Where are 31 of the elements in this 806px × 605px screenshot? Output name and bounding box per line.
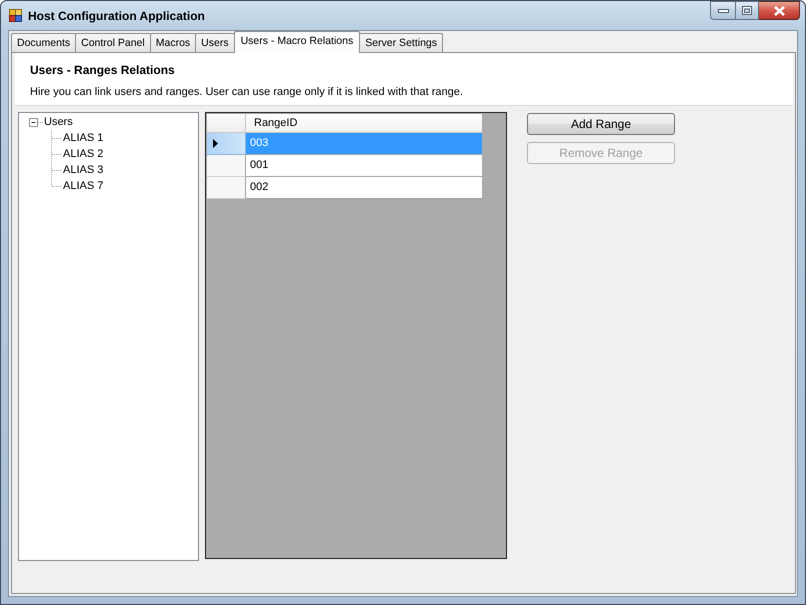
tree-item[interactable]: ALIAS 3	[51, 162, 106, 178]
maximize-icon	[742, 6, 752, 15]
minus-box-icon[interactable]	[29, 118, 43, 126]
window-title: Host Configuration Application	[28, 8, 205, 22]
add-button[interactable]: Add Range	[527, 113, 675, 135]
triangle-icon	[213, 139, 218, 148]
tab[interactable]: Control Panel	[75, 33, 151, 52]
panel-title: Users - Ranges Relations	[30, 63, 175, 77]
tab[interactable]: Documents	[11, 33, 76, 52]
close-icon	[774, 6, 784, 16]
close-button[interactable]	[759, 1, 800, 20]
tree-line-icon	[51, 130, 61, 146]
tab[interactable]: Macros	[150, 33, 196, 52]
tab[interactable]: Users - Macro Relations	[234, 31, 360, 53]
tree-item[interactable]: ALIAS 1	[51, 130, 106, 146]
minimize-icon	[718, 8, 728, 12]
header-corner	[207, 114, 246, 133]
app-icon	[9, 9, 22, 22]
column-header[interactable]: RangeID	[246, 114, 482, 133]
tab[interactable]: Server Settings	[359, 33, 444, 52]
row-header[interactable]	[207, 133, 246, 155]
tree-item[interactable]: ALIAS 2	[51, 146, 106, 162]
tree-item[interactable]: ALIAS 7	[51, 178, 106, 194]
grid-cell[interactable]: 001	[246, 155, 482, 177]
grid-cell[interactable]: 002	[246, 177, 482, 199]
minimize-button[interactable]	[710, 1, 735, 20]
panel-description: Hire you can link users and ranges. User can use range only if it is linked with that range.	[30, 85, 463, 99]
tab[interactable]: Users	[195, 33, 235, 52]
tree-line-icon	[51, 146, 61, 162]
tree-item[interactable]: Users	[29, 114, 75, 130]
maximize-button[interactable]	[735, 1, 759, 20]
